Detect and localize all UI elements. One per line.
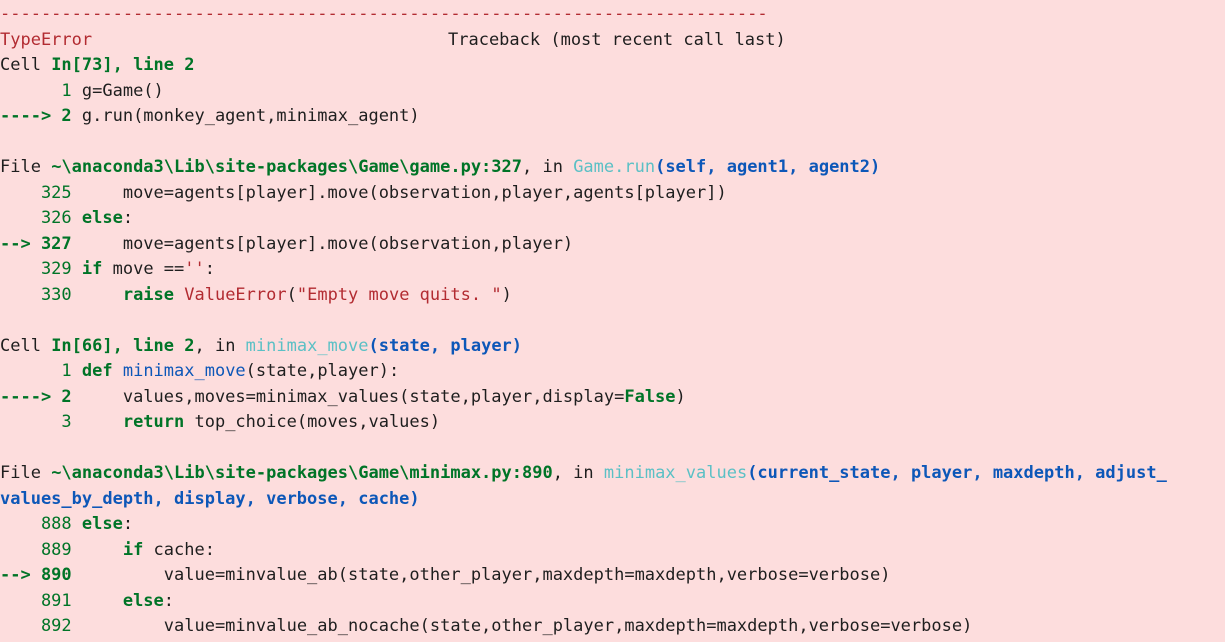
line-marker: --> 327: [0, 234, 72, 254]
code-line: 892 value=minvalue_ab_nocache(state,othe…: [0, 614, 972, 639]
keyword: def: [71, 361, 113, 381]
file-link[interactable]: ~\anaconda3\Lib\site-packages\Game\game.…: [51, 157, 522, 177]
line-number: 330: [0, 285, 72, 305]
location-prefix: File: [0, 463, 52, 483]
line-marker: --> 890: [0, 565, 72, 585]
string-literal: '': [184, 259, 205, 279]
frame-location: Cell In[66], line 2, in minimax_move(sta…: [0, 334, 522, 359]
line-number: 326: [0, 208, 72, 228]
function-args: (self, agent1, agent2): [655, 157, 881, 177]
in-text: , in: [194, 336, 246, 356]
error-type: TypeError: [0, 30, 93, 50]
code-text-after: :: [204, 259, 215, 279]
code-line: 330 raise ValueError("Empty move quits. …: [0, 283, 512, 308]
exception-name: ValueError: [174, 285, 287, 305]
code-line: 329 if move =='':: [0, 257, 215, 282]
keyword: raise: [71, 285, 175, 305]
code-line: 326 else:: [0, 206, 133, 231]
code-text-after: ): [675, 387, 686, 407]
code-text: :: [122, 514, 134, 534]
cell-link[interactable]: In[66], line 2: [51, 336, 194, 356]
code-text: move=agents[player].move(observation,pla…: [71, 234, 574, 254]
frame-location: Cell In[73], line 2: [0, 53, 194, 78]
function-args: (current_state, player, maxdepth, adjust…: [747, 463, 1167, 483]
line-number: 3: [0, 412, 72, 432]
function-name: minimax_values: [603, 463, 748, 483]
code-line: 1 g=Game(): [0, 79, 164, 104]
in-text: , in: [522, 157, 574, 177]
line-number: 891: [0, 591, 72, 611]
traceback-output: ----------------------------------------…: [0, 0, 1225, 642]
code-line-current: ----> 2 g.run(monkey_agent,minimax_agent…: [0, 104, 420, 129]
keyword: if: [71, 259, 103, 279]
frame-location: File ~\anaconda3\Lib\site-packages\Game\…: [0, 461, 1167, 486]
code-text: :: [163, 591, 175, 611]
keyword: else: [71, 208, 123, 228]
frame-location-wrap: values_by_depth, display, verbose, cache…: [0, 487, 420, 512]
code-text: :: [122, 208, 134, 228]
code-line: 888 else:: [0, 512, 133, 537]
function-name: Game.run: [573, 157, 656, 177]
code-text: cache:: [143, 540, 215, 560]
file-link[interactable]: ~\anaconda3\Lib\site-packages\Game\minim…: [51, 463, 553, 483]
keyword: else: [71, 514, 123, 534]
code-line: 1 def minimax_move(state,player):: [0, 359, 399, 384]
keyword: if: [71, 540, 144, 560]
code-text: move ==: [102, 259, 185, 279]
code-text: (state,player):: [245, 361, 400, 381]
error-header: TypeError: [0, 28, 92, 53]
code-line-current: --> 327 move=agents[player].move(observa…: [0, 232, 573, 257]
line-number: 889: [0, 540, 72, 560]
code-line: 889 if cache:: [0, 538, 215, 563]
code-text: values,moves=minimax_values(state,player…: [71, 387, 625, 407]
code-text: g=Game(): [71, 81, 164, 101]
code-line-current: --> 890 value=minvalue_ab(state,other_pl…: [0, 563, 890, 588]
bool-literal: False: [624, 387, 676, 407]
cell-link[interactable]: In[73], line 2: [51, 55, 194, 75]
line-number: 888: [0, 514, 72, 534]
code-line: 3 return top_choice(moves,values): [0, 410, 440, 435]
location-prefix: Cell: [0, 55, 52, 75]
code-line: 325 move=agents[player].move(observation…: [0, 181, 727, 206]
line-number: 1: [0, 81, 72, 101]
code-text: g.run(monkey_agent,minimax_agent): [71, 106, 420, 126]
code-line-current: ----> 2 values,moves=minimax_values(stat…: [0, 385, 686, 410]
frame-location: File ~\anaconda3\Lib\site-packages\Game\…: [0, 155, 880, 180]
line-marker: ----> 2: [0, 106, 72, 126]
function-args: (state, player): [368, 336, 523, 356]
code-text: move=agents[player].move(observation,pla…: [71, 183, 727, 203]
function-args-continued: values_by_depth, display, verbose, cache…: [0, 489, 420, 509]
code-text: (: [286, 285, 297, 305]
code-line: 891 else:: [0, 589, 174, 614]
line-number: 892: [0, 616, 72, 636]
string-literal: "Empty move quits. ": [296, 285, 502, 305]
code-text-after: ): [501, 285, 512, 305]
code-text: value=minvalue_ab(state,other_player,max…: [71, 565, 891, 585]
location-prefix: Cell: [0, 336, 52, 356]
location-prefix: File: [0, 157, 52, 177]
code-text: top_choice(moves,values): [184, 412, 441, 432]
code-text: value=minvalue_ab_nocache(state,other_pl…: [71, 616, 973, 636]
def-name: minimax_move: [112, 361, 246, 381]
keyword: return: [71, 412, 185, 432]
function-name: minimax_move: [245, 336, 369, 356]
in-text: , in: [552, 463, 604, 483]
line-number: 325: [0, 183, 72, 203]
line-number: 1: [0, 361, 72, 381]
line-marker: ----> 2: [0, 387, 72, 407]
traceback-title: Traceback (most recent call last): [448, 30, 786, 50]
keyword: else: [71, 591, 164, 611]
separator-line: ----------------------------------------…: [0, 4, 768, 24]
line-number: 329: [0, 259, 72, 279]
